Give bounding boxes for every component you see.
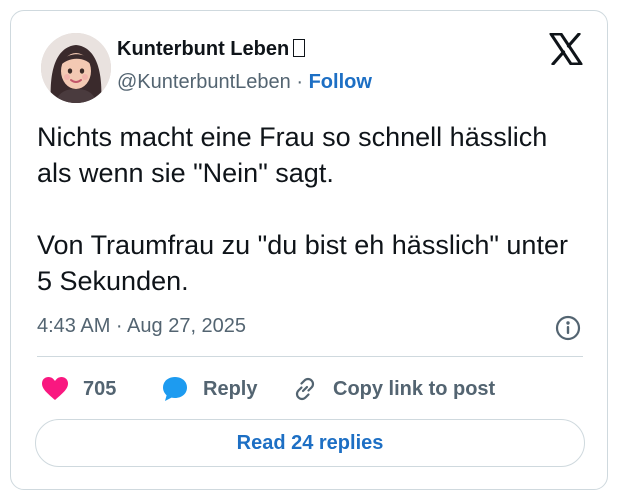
handle-separator: · <box>296 71 304 93</box>
tweet-paragraph: Von Traumfrau zu "du bist eh hässlich" u… <box>37 230 568 296</box>
follow-button[interactable]: Follow <box>309 71 372 93</box>
heart-icon <box>42 377 68 400</box>
info-icon[interactable] <box>555 315 581 341</box>
divider <box>37 356 583 357</box>
like-button[interactable]: 705 <box>41 373 116 405</box>
tweet-card: Kunterbunt Leben @KunterbuntLeben · Foll… <box>10 10 608 490</box>
copy-link-label: Copy link to post <box>333 377 496 400</box>
tweet-paragraph: Nichts macht eine Frau so schnell hässli… <box>37 122 548 188</box>
copy-link-button[interactable]: Copy link to post <box>291 373 495 405</box>
handle-row: @KunterbuntLeben · Follow <box>117 71 372 94</box>
like-count: 705 <box>83 377 117 400</box>
missing-glyph-icon <box>293 39 306 57</box>
author-name[interactable]: Kunterbunt Leben <box>117 38 306 61</box>
x-logo-icon[interactable] <box>549 32 583 66</box>
tweet-text: Nichts macht eine Frau so schnell hässli… <box>37 119 587 299</box>
reply-label: Reply <box>203 377 258 400</box>
author-handle[interactable]: @KunterbuntLeben <box>117 71 291 93</box>
avatar-illustration <box>41 33 111 103</box>
read-replies-button[interactable]: Read 24 replies <box>35 419 585 467</box>
speech-bubble-icon <box>163 377 187 401</box>
link-icon <box>295 377 315 401</box>
avatar[interactable] <box>41 33 111 103</box>
reply-button[interactable]: Reply <box>161 373 257 405</box>
tweet-timestamp[interactable]: 4:43 AM · Aug 27, 2025 <box>37 315 246 338</box>
author-name-text: Kunterbunt Leben <box>117 38 290 60</box>
